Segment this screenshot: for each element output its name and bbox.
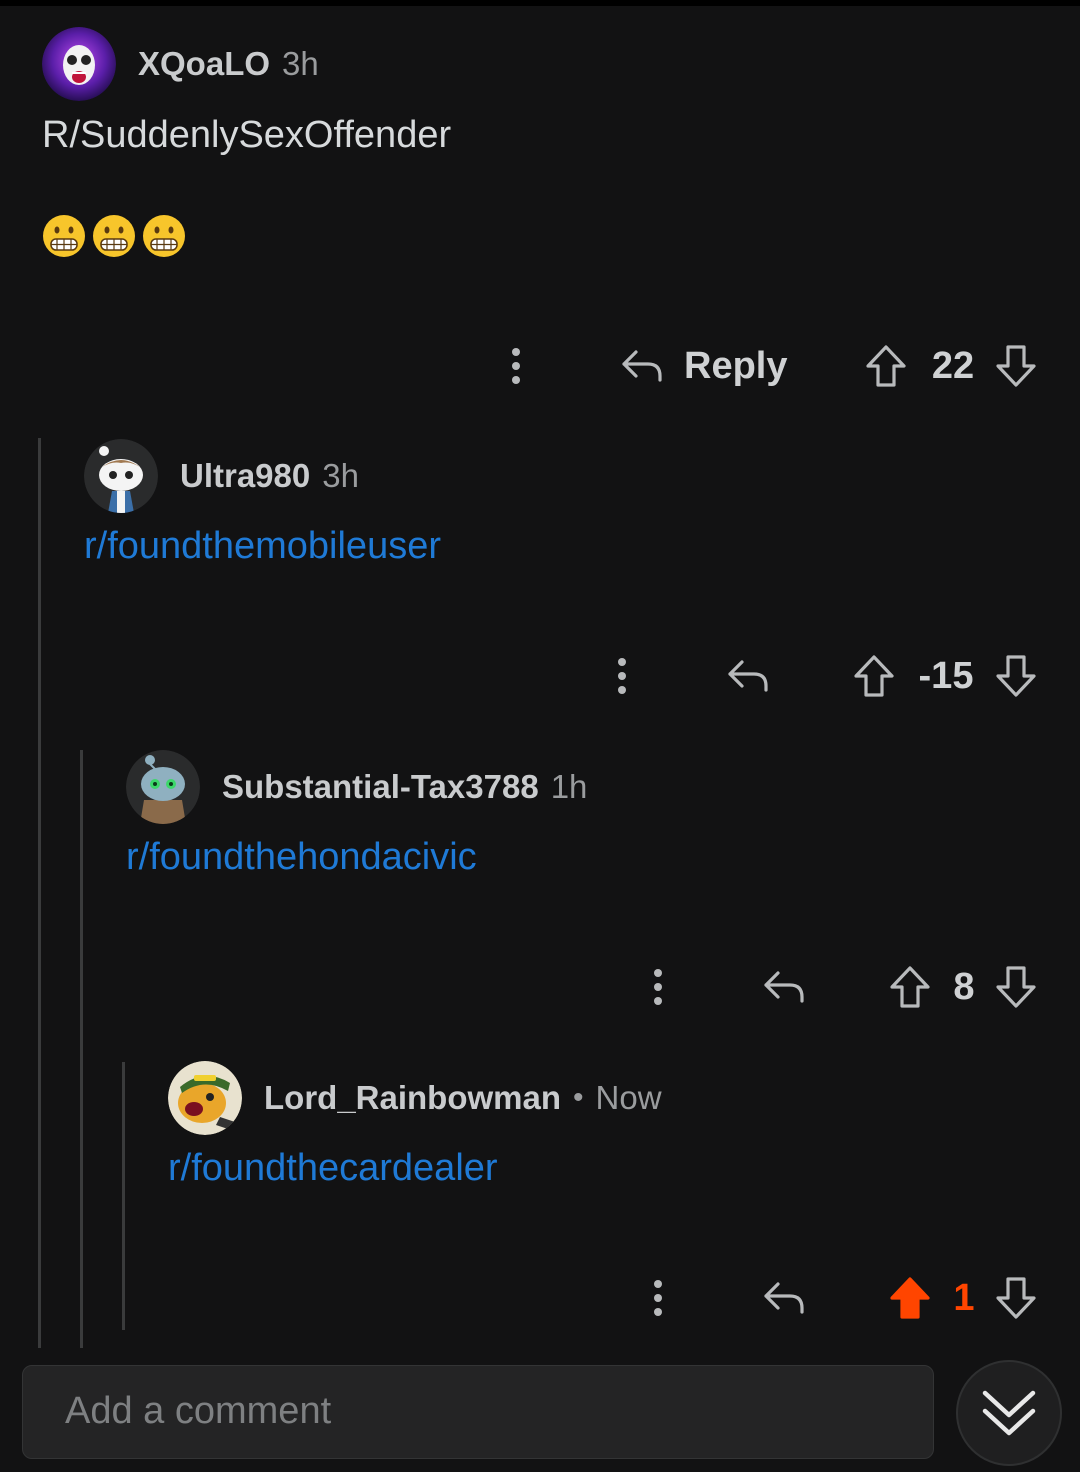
comment-header: Ultra980 3h (84, 439, 359, 513)
downvote-button[interactable] (994, 957, 1038, 1017)
username[interactable]: Substantial-Tax3788 (222, 768, 539, 806)
downvote-button[interactable] (994, 1268, 1038, 1328)
more-options-button[interactable] (610, 646, 634, 706)
avatar[interactable] (126, 750, 200, 824)
comment-actions: -15 (0, 646, 1080, 706)
downvote-arrow-icon (996, 966, 1036, 1008)
comment-text: R/SuddenlySexOffender (42, 114, 452, 156)
upvote-button[interactable] (864, 336, 908, 396)
kebab-menu-icon (512, 348, 520, 356)
downvote-arrow-icon (996, 655, 1036, 697)
avatar[interactable] (42, 27, 116, 101)
reply-button[interactable] (762, 1268, 806, 1328)
thread-line-level-1[interactable] (38, 438, 41, 1348)
comment-header: XQoaLO 3h (42, 27, 319, 101)
upvote-button[interactable] (888, 957, 932, 1017)
comment-input-placeholder: Add a comment (65, 1390, 332, 1432)
timestamp: Now (595, 1079, 662, 1116)
subreddit-link[interactable]: r/foundthehondacivic (126, 836, 477, 879)
kebab-menu-icon (654, 1280, 662, 1288)
upvote-arrow-icon (890, 966, 930, 1008)
timestamp: 3h (322, 457, 359, 494)
reply-arrow-icon (728, 660, 768, 692)
downvote-button[interactable] (994, 336, 1038, 396)
more-options-button[interactable] (646, 957, 670, 1017)
reply-button[interactable]: Reply (620, 336, 787, 396)
upvote-arrow-icon (866, 345, 906, 387)
subreddit-link[interactable]: r/foundthemobileuser (84, 525, 441, 568)
reply-arrow-icon (764, 1282, 804, 1314)
grimacing-face-icon (143, 215, 185, 257)
more-options-button[interactable] (646, 1268, 670, 1328)
downvote-button[interactable] (994, 646, 1038, 706)
upvote-button[interactable] (852, 646, 896, 706)
reply-button[interactable] (762, 957, 806, 1017)
kebab-menu-icon (618, 658, 626, 666)
username[interactable]: XQoaLO (138, 45, 270, 83)
vote-count: 22 (931, 344, 975, 387)
grimacing-face-icon (93, 215, 135, 257)
subreddit-link[interactable]: r/foundthecardealer (168, 1147, 498, 1190)
top-divider (0, 0, 1080, 6)
kebab-menu-icon (654, 969, 662, 977)
comment-actions: Reply 22 (0, 336, 1080, 396)
downvote-arrow-icon (996, 345, 1036, 387)
avatar[interactable] (84, 439, 158, 513)
reply-label: Reply (684, 344, 788, 387)
next-comment-button[interactable] (956, 1360, 1062, 1466)
reply-button[interactable] (726, 646, 770, 706)
vote-count: 8 (953, 965, 975, 1008)
more-options-button[interactable] (504, 336, 528, 396)
comment-actions: 8 (0, 957, 1080, 1017)
emoji-row (42, 214, 186, 258)
comment-header: Lord_Rainbowman • Now (168, 1061, 662, 1135)
vote-count: -15 (918, 654, 974, 697)
upvote-button[interactable] (888, 1268, 932, 1328)
upvote-arrow-icon (890, 1277, 930, 1319)
username[interactable]: Lord_Rainbowman (264, 1079, 561, 1117)
reply-arrow-icon (622, 350, 662, 382)
upvote-arrow-icon (854, 655, 894, 697)
comment-header: Substantial-Tax3788 1h (126, 750, 587, 824)
timestamp: 1h (550, 768, 588, 805)
downvote-arrow-icon (996, 1277, 1036, 1319)
comment-actions: 1 (0, 1268, 1080, 1328)
avatar[interactable] (168, 1061, 242, 1135)
thread-line-level-2[interactable] (80, 750, 83, 1348)
chevron-down-double-icon (982, 1390, 1036, 1436)
separator-dot: • (573, 1081, 584, 1114)
timestamp: 3h (282, 45, 319, 82)
reply-arrow-icon (764, 971, 804, 1003)
username[interactable]: Ultra980 (180, 457, 310, 495)
comment-input[interactable]: Add a comment (22, 1365, 934, 1459)
grimacing-face-icon (43, 215, 85, 257)
vote-count: 1 (953, 1276, 975, 1319)
